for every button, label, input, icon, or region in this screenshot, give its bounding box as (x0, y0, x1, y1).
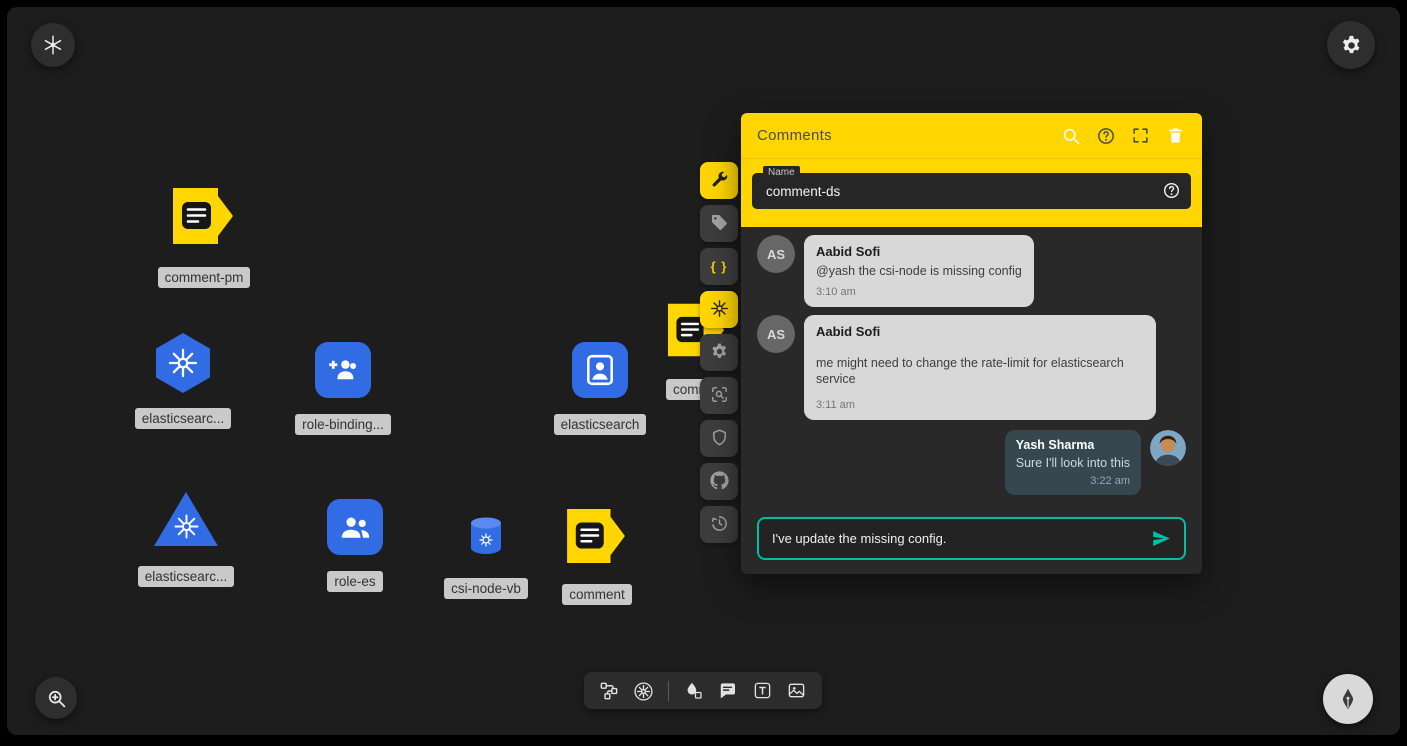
node-role-es[interactable]: role-es (305, 499, 405, 592)
comment-icon[interactable] (718, 681, 738, 701)
tag-icon (710, 213, 729, 235)
zoom-in-icon (46, 688, 67, 709)
braces-tool-button[interactable]: { } (700, 248, 738, 285)
kubernetes-icon (710, 299, 729, 321)
name-field: Name (752, 173, 1191, 209)
node-label[interactable]: elasticsearc... (138, 566, 235, 587)
kubernetes-circle-icon[interactable] (633, 681, 653, 701)
node-elasticsearch-hexagon[interactable]: elasticsearc... (125, 333, 241, 429)
node-elasticsearch-service-account[interactable]: elasticsearch (542, 342, 658, 435)
history-icon (710, 514, 729, 536)
node-label[interactable]: elasticsearc... (135, 408, 232, 429)
gear-icon (710, 342, 729, 364)
chat-message-row: Yash Sharma Sure I'll look into this 3:2… (741, 430, 1202, 495)
comments-panel: Comments Name AS Aabid Sofi @yash the cs… (741, 113, 1202, 574)
chat-bubble: Aabid Sofi @yash the csi-node is missing… (804, 235, 1034, 307)
panel-title: Comments (757, 127, 1046, 144)
wrench-icon (710, 170, 729, 192)
search-icon[interactable] (1061, 126, 1081, 146)
chat-message-row: AS Aabid Sofi @yash the csi-node is miss… (741, 235, 1202, 307)
settings-button[interactable] (1327, 21, 1375, 69)
name-input[interactable] (752, 173, 1191, 209)
kubernetes-triangle-icon[interactable] (154, 492, 218, 546)
shapes-icon[interactable] (684, 681, 704, 701)
avatar: AS (757, 315, 795, 353)
scan-tool-button[interactable] (700, 377, 738, 414)
avatar: AS (757, 235, 795, 273)
text-icon[interactable] (753, 681, 773, 701)
wrench-tool-button[interactable] (700, 162, 738, 199)
image-icon[interactable] (787, 681, 807, 701)
node-csi-node-vb[interactable]: csi-node-vb (436, 516, 536, 599)
comment-node-icon[interactable] (567, 509, 627, 568)
message-author: Yash Sharma (1016, 438, 1130, 452)
scan-icon (710, 385, 729, 407)
pen-tool-button[interactable] (1323, 674, 1373, 724)
flowchart-icon[interactable] (599, 681, 619, 701)
message-input[interactable] (759, 519, 1184, 558)
github-icon (710, 471, 729, 493)
storage-cylinder-icon[interactable] (468, 516, 504, 561)
settings-gear-icon (1340, 34, 1363, 57)
role-binding-icon[interactable] (315, 342, 371, 398)
message-time: 3:11 am (816, 399, 1144, 411)
shield-icon (710, 428, 729, 450)
node-label[interactable]: role-binding... (295, 414, 391, 435)
comments-panel-header[interactable]: Comments (741, 113, 1202, 158)
design-canvas[interactable]: comment-pm elasticsearc... role-binding.… (7, 7, 1400, 735)
pen-nib-icon (1336, 687, 1360, 711)
message-time: 3:10 am (816, 286, 1022, 298)
app-logo-icon (42, 34, 64, 56)
kubernetes-hexagon-icon[interactable] (156, 333, 210, 393)
toolbar-divider (668, 681, 669, 701)
message-time: 3:22 am (1016, 475, 1130, 487)
gear-tool-button[interactable] (700, 334, 738, 371)
node-role-binding[interactable]: role-binding... (285, 342, 401, 435)
node-label[interactable]: csi-node-vb (444, 578, 528, 599)
zoom-button[interactable] (35, 677, 77, 719)
chat-message-row: AS Aabid Sofi me might need to change th… (741, 315, 1202, 420)
message-text: me might need to change the rate-limit f… (816, 355, 1144, 387)
canvas-toolbar (584, 672, 822, 709)
chat-bubble: Aabid Sofi me might need to change the r… (804, 315, 1156, 420)
node-label[interactable]: comment (562, 584, 632, 605)
node-comment-pm[interactable]: comment-pm (146, 188, 262, 288)
kubernetes-tool-button[interactable] (700, 291, 738, 328)
node-label[interactable]: comment-pm (158, 267, 251, 288)
node-elasticsearch-triangle[interactable]: elasticsearc... (128, 492, 244, 587)
shield-tool-button[interactable] (700, 420, 738, 457)
app-logo-button[interactable] (31, 23, 75, 67)
message-author: Aabid Sofi (816, 244, 1022, 259)
tag-tool-button[interactable] (700, 205, 738, 242)
help-icon[interactable] (1096, 126, 1116, 146)
history-tool-button[interactable] (700, 506, 738, 543)
field-help-icon[interactable] (1162, 181, 1181, 200)
chat-area: AS Aabid Sofi @yash the csi-node is miss… (741, 227, 1202, 574)
message-composer (757, 517, 1186, 560)
message-text: @yash the csi-node is missing config (816, 263, 1022, 279)
message-author: Aabid Sofi (816, 324, 1144, 339)
braces-icon: { } (711, 259, 728, 274)
node-label[interactable]: elasticsearch (554, 414, 647, 435)
role-icon[interactable] (327, 499, 383, 555)
send-icon[interactable] (1151, 528, 1172, 549)
node-label[interactable]: role-es (327, 571, 382, 592)
service-account-icon[interactable] (572, 342, 628, 398)
node-comment[interactable]: comment (547, 509, 647, 605)
chat-bubble: Yash Sharma Sure I'll look into this 3:2… (1005, 430, 1141, 495)
name-section: Name (741, 158, 1202, 227)
github-tool-button[interactable] (700, 463, 738, 500)
comment-node-icon[interactable] (173, 188, 235, 249)
avatar-photo (1150, 430, 1186, 466)
node-action-toolbar: { } (700, 162, 738, 543)
expand-icon[interactable] (1131, 126, 1151, 146)
message-text: Sure I'll look into this (1016, 455, 1130, 471)
trash-icon[interactable] (1166, 126, 1186, 146)
